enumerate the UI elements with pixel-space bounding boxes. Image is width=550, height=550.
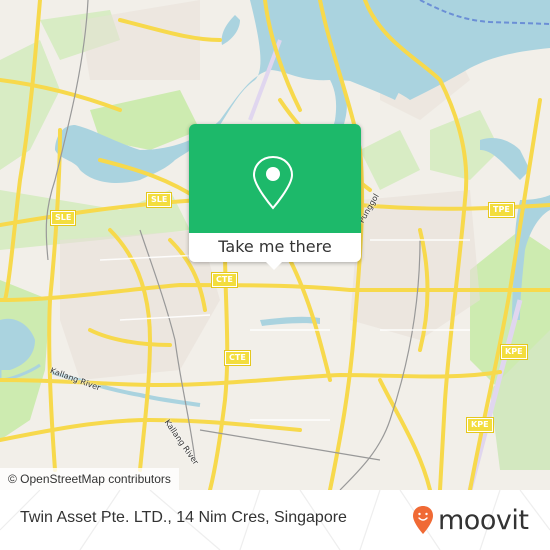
place-name: Twin Asset Pte. LTD., 14 Nim Cres, Singa… <box>20 509 347 526</box>
road-shield-kpe: KPE <box>466 417 494 433</box>
moovit-wordmark: moovit <box>438 504 529 536</box>
road-shield-cte: CTE <box>211 272 238 288</box>
map-attribution[interactable]: © OpenStreetMap contributors <box>0 468 179 490</box>
road-shield-sle: SLE <box>145 192 173 208</box>
road-shield-tpe: TPE <box>488 202 515 218</box>
destination-popup[interactable]: Take me there <box>189 124 361 270</box>
road-shield-sle: SLE <box>49 210 77 226</box>
map-view[interactable]: SLE SLE TPE CTE CTE KPE KPE Kallang Rive… <box>0 0 550 490</box>
popup-tail <box>265 261 283 270</box>
road-shield-cte: CTE <box>224 350 251 366</box>
road-shield-kpe: KPE <box>500 344 528 360</box>
footer: Twin Asset Pte. LTD., 14 Nim Cres, Singa… <box>0 490 550 550</box>
moovit-pin-icon <box>413 506 433 534</box>
popup-header <box>189 124 361 233</box>
location-pin-icon <box>252 155 294 210</box>
take-me-there-button[interactable]: Take me there <box>189 233 361 262</box>
moovit-logo[interactable]: moovit <box>412 500 529 540</box>
